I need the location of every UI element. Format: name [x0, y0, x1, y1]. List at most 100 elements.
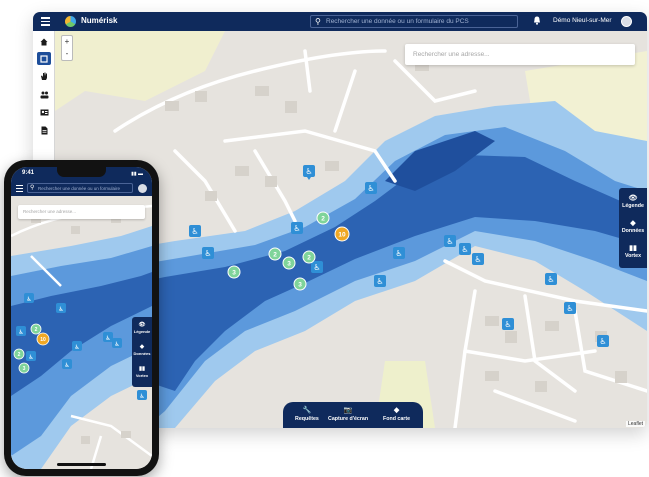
- legend-label: Légende: [133, 329, 151, 334]
- data-button[interactable]: ◆ Données: [132, 344, 152, 356]
- cluster-count: 3: [298, 282, 302, 289]
- people-icon[interactable]: [37, 88, 51, 101]
- eye-icon: 👁: [138, 322, 146, 328]
- address-search-input[interactable]: Rechercher une adresse...: [405, 44, 635, 65]
- legend-label: Légende: [622, 203, 644, 209]
- phone-search-placeholder: Rechercher une donnée ou un formulaire: [38, 185, 121, 191]
- cluster-count: 3: [232, 270, 236, 277]
- menu-icon[interactable]: [41, 17, 50, 26]
- app-logo: [65, 16, 76, 27]
- screenshot-label: Capture d'écran: [328, 416, 369, 422]
- svg-text:♿: ♿: [139, 393, 144, 400]
- search-icon: ⚲: [30, 185, 35, 191]
- svg-text:♿: ♿: [293, 224, 300, 233]
- svg-text:♿: ♿: [461, 245, 468, 254]
- svg-text:♿: ♿: [367, 184, 374, 193]
- chart-icon: ▮▮: [629, 245, 637, 252]
- chart-icon: ▮▮: [138, 366, 146, 372]
- wrench-icon: 🔧: [302, 407, 312, 414]
- cluster-count: 2: [18, 352, 21, 358]
- phone-address-placeholder: Rechercher une adresse...: [23, 209, 77, 214]
- signal-battery-icon: ▮▮ ▬: [131, 171, 143, 177]
- svg-text:♿: ♿: [105, 335, 110, 342]
- right-side-panel: 👁 Légende ◆ Données ▮▮ Vortex: [619, 188, 647, 268]
- svg-text:♿: ♿: [599, 337, 606, 346]
- home-icon[interactable]: [37, 35, 51, 48]
- search-placeholder: Rechercher une donnée ou un formulaire d…: [326, 18, 469, 25]
- user-name[interactable]: Démo Nieul-sur-Mer: [553, 17, 612, 24]
- svg-text:♿: ♿: [305, 167, 312, 176]
- legend-button[interactable]: 👁 Légende: [619, 194, 647, 209]
- phone-side-panel: 👁 Légende ◆ Données ▮▮ Vortex: [132, 317, 152, 387]
- top-navbar: Numérisk ⚲ Rechercher une donnée ou un f…: [33, 12, 647, 31]
- svg-text:♿: ♿: [313, 263, 320, 272]
- cluster-count: 2: [273, 252, 277, 259]
- bell-icon[interactable]: [533, 16, 541, 25]
- vortex-button[interactable]: ▮▮ Vortex: [132, 366, 152, 378]
- eye-icon: 👁: [628, 195, 638, 202]
- svg-text:♿: ♿: [74, 344, 79, 351]
- svg-text:♿: ♿: [18, 329, 23, 336]
- phone-notch: [57, 167, 106, 177]
- phone-time: 9:41: [22, 170, 35, 176]
- map-attribution[interactable]: Leaflet: [625, 421, 645, 427]
- avatar[interactable]: [138, 184, 147, 193]
- phone-screen: ♿ ♿ ♿ ♿ ♿ ♿ ♿ ♿ ♿ 2 10 3 2 9:41 ▮▮ ▬ ⚲ R…: [11, 167, 152, 469]
- hand-icon[interactable]: [37, 70, 51, 83]
- search-icon: ⚲: [315, 17, 321, 26]
- svg-text:♿: ♿: [26, 296, 31, 303]
- zoom-control: + -: [61, 35, 73, 61]
- svg-text:♿: ♿: [395, 249, 402, 258]
- basemap-label: Fond carte: [383, 416, 411, 422]
- cluster-count: 10: [40, 337, 46, 343]
- svg-text:♿: ♿: [64, 362, 69, 369]
- legend-button[interactable]: 👁 Légende: [132, 322, 152, 334]
- map-icon[interactable]: [37, 52, 51, 65]
- svg-text:♿: ♿: [114, 341, 119, 348]
- vortex-label: Vortex: [135, 373, 149, 378]
- zoom-in-button[interactable]: +: [62, 36, 72, 48]
- cluster-count: 2: [307, 255, 311, 262]
- svg-text:♿: ♿: [58, 306, 63, 313]
- vortex-button[interactable]: ▮▮ Vortex: [619, 244, 647, 259]
- cluster-count: 2: [35, 327, 38, 333]
- vortex-label: Vortex: [624, 253, 642, 259]
- phone-address-input[interactable]: Rechercher une adresse...: [18, 205, 145, 219]
- home-indicator: [57, 463, 106, 466]
- address-placeholder: Rechercher une adresse...: [413, 51, 490, 58]
- stage: ♿ ♿ ♿ ♿ ♿ ♿ ♿ ♿ ♿ ♿ ♿ ♿ ♿ ♿ ♿ 2 10 2 3 2…: [0, 0, 649, 477]
- cluster-count: 3: [287, 261, 291, 268]
- svg-text:♿: ♿: [474, 255, 481, 264]
- data-label: Données: [621, 228, 645, 234]
- bottom-toolbar: 🔧 Requêtes 📷 Capture d'écran ◆ Fond cart…: [283, 402, 423, 428]
- phone-search-input[interactable]: ⚲ Rechercher une donnée ou un formulaire: [27, 183, 133, 193]
- queries-button[interactable]: 🔧 Requêtes: [295, 406, 319, 422]
- phone-navbar: ⚲ Rechercher une donnée ou un formulaire: [11, 181, 152, 196]
- cluster-count: 10: [338, 232, 346, 239]
- basemap-button[interactable]: ◆ Fond carte: [383, 406, 410, 422]
- document-icon[interactable]: [37, 124, 51, 137]
- screenshot-button[interactable]: 📷 Capture d'écran: [328, 406, 368, 422]
- data-button[interactable]: ◆ Données: [619, 219, 647, 234]
- global-search-input[interactable]: ⚲ Rechercher une donnée ou un formulaire…: [310, 15, 518, 28]
- svg-text:♿: ♿: [446, 237, 453, 246]
- id-card-icon[interactable]: [37, 106, 51, 119]
- svg-text:♿: ♿: [566, 304, 573, 313]
- svg-text:♿: ♿: [204, 249, 211, 258]
- layers-icon: ◆: [139, 344, 145, 350]
- phone-status-bar: 9:41 ▮▮ ▬: [11, 167, 152, 181]
- menu-icon[interactable]: [16, 185, 23, 193]
- svg-text:♿: ♿: [191, 227, 198, 236]
- avatar[interactable]: [621, 16, 632, 27]
- phone-device: ♿ ♿ ♿ ♿ ♿ ♿ ♿ ♿ ♿ 2 10 3 2 9:41 ▮▮ ▬ ⚲ R…: [4, 160, 159, 476]
- zoom-out-button[interactable]: -: [62, 48, 72, 60]
- svg-text:♿: ♿: [504, 320, 511, 329]
- data-label: Données: [133, 351, 151, 356]
- cluster-count: 2: [321, 216, 325, 223]
- svg-text:♿: ♿: [547, 275, 554, 284]
- app-name: Numérisk: [81, 16, 118, 25]
- layers-icon: ◆: [630, 220, 636, 227]
- cluster-count: 3: [23, 366, 26, 372]
- svg-text:♿: ♿: [28, 354, 33, 361]
- phone-flood-map[interactable]: ♿ ♿ ♿ ♿ ♿ ♿ ♿ ♿ ♿ 2 10 3 2: [11, 196, 152, 469]
